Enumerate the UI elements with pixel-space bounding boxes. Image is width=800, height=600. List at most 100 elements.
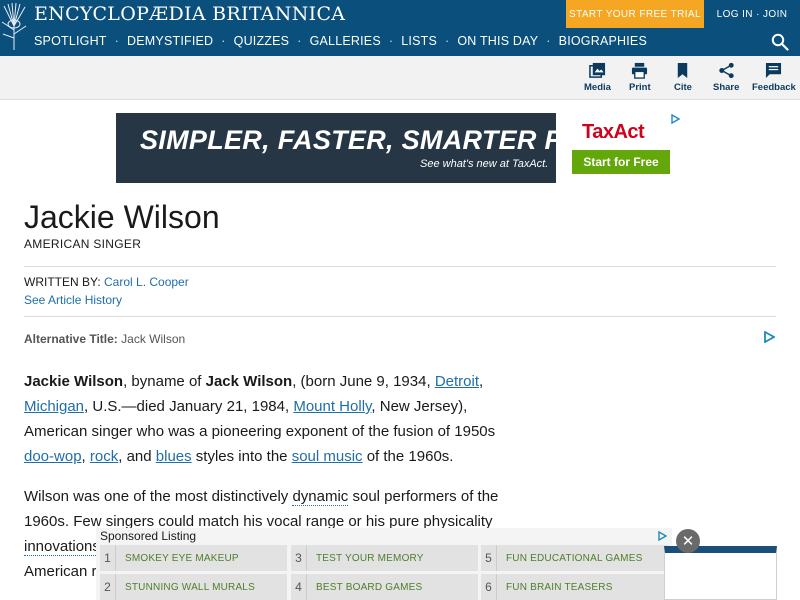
feedback-icon (766, 62, 782, 79)
ad-brand-panel: TaxAct Start for Free (556, 113, 684, 183)
link-doo-wop[interactable]: doo-wop (24, 448, 82, 465)
cite-label: Cite (674, 82, 692, 93)
main-nav: SPOTLIGHT · DEMYSTIFIED · QUIZZES · GALL… (0, 29, 800, 56)
brand-row: ENCYCLOPÆDIA BRITANNICA START YOUR FREE … (0, 0, 800, 50)
subject-byname: Jack Wilson (205, 373, 293, 390)
text-run: , and (118, 448, 156, 465)
text-run: , (born June 9, 1934, (292, 373, 435, 390)
text-run: , byname of (123, 373, 206, 390)
text-run: , (479, 373, 484, 390)
link-soul-music[interactable]: soul music (292, 448, 363, 465)
sponsored-item[interactable]: 3 TEST YOUR MEMORY (291, 545, 478, 571)
nav-separator: · (388, 34, 394, 48)
sponsored-item[interactable]: 5 FUN EDUCATIONAL GAMES (481, 545, 668, 571)
sponsored-item[interactable]: 6 FUN BRAIN TEASERS (481, 574, 668, 600)
nav-spotlight[interactable]: SPOTLIGHT (34, 34, 107, 48)
text-run: styles into the (191, 448, 292, 465)
link-innovations[interactable]: innovations (24, 538, 100, 556)
sponsored-item-label: FUN BRAIN TEASERS (506, 581, 613, 593)
text-run: American r (24, 563, 97, 580)
subject-name: Jackie Wilson (24, 373, 124, 390)
sponsored-item-label: BEST BOARD GAMES (316, 581, 423, 593)
alt-title-value: Jack Wilson (121, 332, 186, 346)
media-button[interactable]: Media (584, 62, 611, 96)
top-header: ENCYCLOPÆDIA BRITANNICA START YOUR FREE … (0, 0, 800, 56)
text-run: of the 1960s. (362, 448, 454, 465)
feedback-label: Feedback (752, 82, 796, 93)
text-run: Wilson was one of the most distinctively (24, 488, 293, 505)
sponsored-item[interactable]: 1 SMOKEY EYE MAKEUP (100, 545, 287, 571)
link-rock[interactable]: rock (90, 448, 118, 465)
nav-galleries[interactable]: GALLERIES (310, 34, 381, 48)
search-icon[interactable] (771, 33, 789, 51)
start-free-trial-button[interactable]: START YOUR FREE TRIAL (566, 0, 704, 28)
feedback-button[interactable]: Feedback (752, 62, 796, 96)
sponsored-title: Sponsored Listing (100, 529, 197, 543)
close-ad-button[interactable]: ✕ (676, 529, 700, 553)
sponsored-item-label: SMOKEY EYE MAKEUP (125, 552, 239, 564)
text-run: , U.S.—died January 21, 1984, (84, 398, 294, 415)
print-label: Print (629, 82, 651, 93)
sponsored-item-number: 1 (100, 545, 116, 571)
brand-name[interactable]: ENCYCLOPÆDIA BRITANNICA (34, 3, 345, 25)
alt-title-label: Alternative Title: (24, 332, 118, 346)
nav-separator: · (221, 34, 226, 48)
side-ad-box[interactable] (664, 546, 777, 600)
sponsored-item-label: STUNNING WALL MURALS (125, 581, 255, 593)
share-button[interactable]: Share (713, 62, 739, 96)
share-icon (719, 62, 734, 79)
sponsored-item[interactable]: 2 STUNNING WALL MURALS (100, 574, 287, 600)
nav-lists[interactable]: LISTS (401, 34, 437, 48)
article-toolbar: Media Print Cite Share Feedback (0, 56, 800, 100)
login-join-button[interactable]: LOG IN · JOIN (704, 0, 800, 28)
link-dynamic[interactable]: dynamic (292, 488, 349, 506)
nav-separator: · (297, 34, 302, 48)
nav-separator: · (445, 34, 450, 48)
sponsored-item-number: 4 (291, 574, 307, 600)
close-icon: ✕ (681, 533, 695, 550)
sponsored-item[interactable]: 4 BEST BOARD GAMES (291, 574, 478, 600)
sponsored-item-number: 3 (291, 545, 307, 571)
sponsored-item-number: 2 (100, 574, 116, 600)
nav-items: SPOTLIGHT · DEMYSTIFIED · QUIZZES · GALL… (34, 34, 647, 48)
media-icon (589, 62, 606, 78)
intro-paragraph: Jackie Wilson, byname of Jack Wilson, (b… (24, 369, 524, 469)
ad-banner[interactable]: SIMPLER, FASTER, SMARTER FILING. See wha… (116, 113, 684, 183)
text-run: , (81, 448, 90, 465)
adchoices-icon[interactable] (657, 531, 667, 541)
link-blues[interactable]: blues (156, 448, 192, 465)
nav-biographies[interactable]: BIOGRAPHIES (559, 34, 647, 48)
ad-logo: TaxAct (582, 121, 645, 143)
divider (24, 266, 776, 267)
ad-cta-button[interactable]: Start for Free (572, 150, 670, 174)
nav-quizzes[interactable]: QUIZZES (234, 34, 290, 48)
print-icon (632, 62, 648, 79)
written-by: WRITTEN BY: Carol L. Cooper (24, 275, 189, 289)
cite-button[interactable]: Cite (674, 62, 692, 96)
nav-separator: · (114, 34, 120, 48)
sponsored-listing: Sponsored Listing 1 SMOKEY EYE MAKEUP 2 … (96, 528, 672, 600)
share-label: Share (713, 82, 740, 93)
nav-separator: · (546, 34, 551, 48)
article-history-link[interactable]: See Article History (24, 293, 122, 307)
adchoices-icon[interactable] (763, 331, 775, 343)
sponsored-item-number: 6 (481, 574, 497, 600)
sponsored-item-label: FUN EDUCATIONAL GAMES (506, 552, 643, 564)
page-title: Jackie Wilson (24, 199, 220, 235)
sponsored-item-label: TEST YOUR MEMORY (316, 552, 424, 564)
link-detroit[interactable]: Detroit (435, 373, 479, 390)
author-link[interactable]: Carol L. Cooper (104, 275, 189, 289)
media-label: Media (584, 82, 611, 93)
sponsored-item-number: 5 (481, 545, 497, 571)
nav-on-this-day[interactable]: ON THIS DAY (457, 34, 538, 48)
divider (24, 316, 776, 317)
ad-subtext: See what's new at TaxAct. (420, 158, 549, 170)
link-mount-holly[interactable]: Mount Holly (293, 398, 371, 415)
bookmark-icon (678, 62, 688, 79)
link-michigan[interactable]: Michigan (24, 398, 84, 415)
adchoices-icon[interactable] (670, 114, 680, 124)
alternative-title: Alternative Title: Jack Wilson (24, 332, 185, 346)
page-subtitle: AMERICAN SINGER (24, 237, 142, 251)
print-button[interactable]: Print (629, 62, 651, 96)
nav-demystified[interactable]: DEMYSTIFIED (127, 34, 213, 48)
